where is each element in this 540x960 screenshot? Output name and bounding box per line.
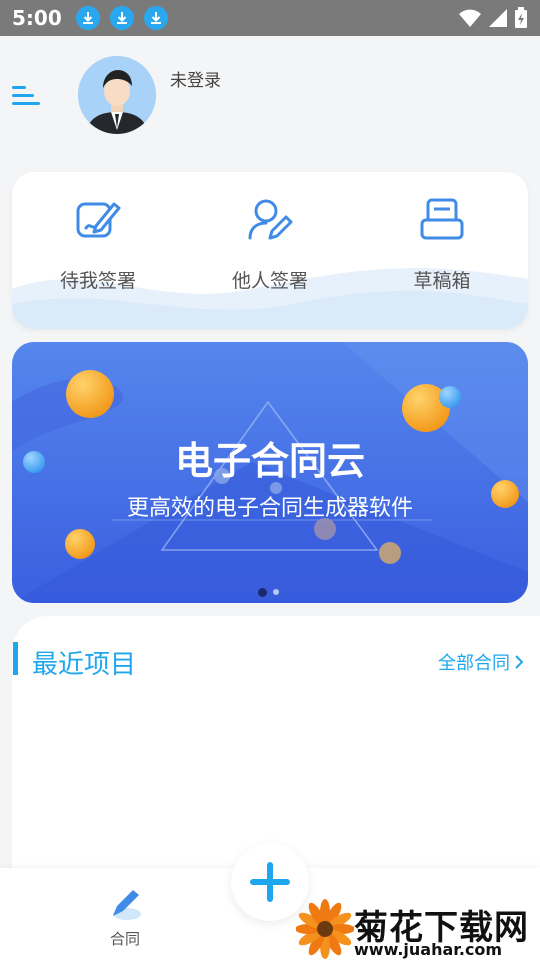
promo-banner[interactable]: 电子合同云 更高效的电子合同生成器软件	[12, 342, 528, 603]
avatar[interactable]	[78, 56, 156, 134]
recent-projects-section: 最近项目 全部合同	[12, 616, 540, 876]
action-label: 草稿箱	[413, 270, 471, 292]
chevron-right-icon	[515, 655, 524, 669]
action-card: 待我签署 他人签署 草稿箱	[12, 172, 528, 329]
draft-box-icon	[420, 198, 464, 240]
nav-tab-contract[interactable]: 合同	[96, 886, 154, 949]
download-icon	[75, 6, 100, 30]
status-icons	[458, 7, 528, 29]
recent-title: 最近项目	[32, 650, 137, 680]
nav-contract-label: 合同	[109, 930, 140, 948]
download-icon	[143, 6, 168, 30]
action-pending-me[interactable]: 待我签署	[12, 196, 184, 293]
banner-title: 电子合同云	[174, 439, 365, 483]
watermark-url: www.juahar.com	[354, 940, 503, 959]
signal-icon	[489, 9, 507, 27]
carousel-dot[interactable]	[273, 589, 279, 595]
menu-icon[interactable]	[12, 84, 42, 108]
action-label: 待我签署	[59, 270, 136, 292]
download-icon	[109, 6, 134, 30]
section-accent-bar	[13, 642, 18, 675]
action-others[interactable]: 他人签署	[184, 196, 356, 293]
contract-pen-icon	[113, 890, 141, 920]
status-bar: 5:00	[0, 0, 540, 36]
user-sign-icon	[248, 199, 293, 240]
battery-charging-icon	[515, 7, 527, 28]
status-time: 5:00	[12, 6, 62, 30]
all-contracts-link[interactable]: 全部合同	[438, 649, 524, 675]
plus-icon	[250, 862, 290, 902]
all-contracts-label: 全部合同	[438, 653, 510, 674]
sign-pen-icon	[76, 202, 121, 238]
flower-logo-icon	[296, 899, 354, 959]
carousel-dot-active[interactable]	[258, 588, 267, 597]
action-label: 他人签署	[231, 270, 308, 292]
action-drafts[interactable]: 草稿箱	[356, 196, 528, 293]
login-status[interactable]: 未登录	[170, 66, 221, 91]
watermark: 菊花下载网 www.juahar.com	[296, 898, 540, 960]
wifi-icon	[459, 9, 481, 27]
banner-subtitle: 更高效的电子合同生成器软件	[126, 496, 413, 521]
